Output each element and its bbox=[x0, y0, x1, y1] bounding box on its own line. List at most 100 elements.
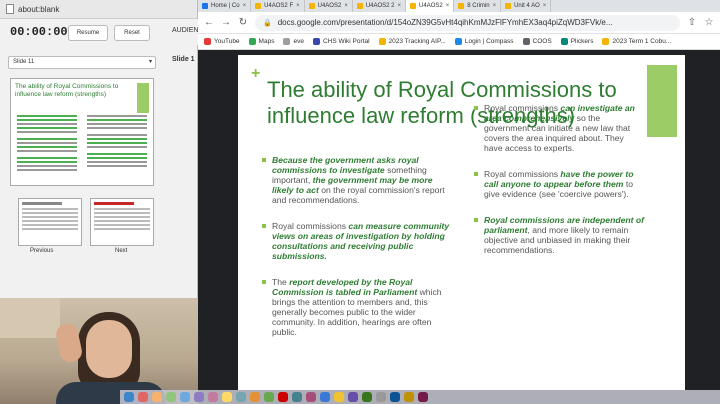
tab-label: U4AOS2 2 bbox=[365, 3, 395, 9]
star-icon[interactable]: ☆ bbox=[704, 17, 714, 28]
bookmark-item[interactable]: 2023 Term 1 Cobu... bbox=[602, 38, 671, 45]
dock-app-icon[interactable] bbox=[306, 392, 316, 402]
dock-app-icon[interactable] bbox=[124, 392, 134, 402]
bullet-government-act: Because the government asks royal commis… bbox=[262, 155, 452, 205]
dock-app-icon[interactable] bbox=[278, 392, 288, 402]
browser-tab[interactable]: U4AOS2 2 × bbox=[353, 0, 407, 12]
close-icon[interactable]: × bbox=[493, 3, 497, 9]
bookmark-item[interactable]: 2023 Tracking AIP... bbox=[378, 38, 446, 45]
next-label[interactable]: Next bbox=[115, 248, 127, 254]
bookmark-item[interactable]: COOS bbox=[522, 38, 552, 45]
reload-icon[interactable]: ↻ bbox=[238, 17, 248, 28]
slides-viewport: + The ability of Royal Commissions to in… bbox=[198, 50, 720, 390]
desktop-screen: about:blank 00:00:00 Resume Reset AUDIEN… bbox=[0, 0, 720, 404]
browser-tab[interactable]: U4AOS2 × bbox=[305, 0, 353, 12]
dock-app-icon[interactable] bbox=[236, 392, 246, 402]
bookmark-item[interactable]: Plickers bbox=[560, 38, 593, 45]
tab-label: U4AOS2 bbox=[419, 3, 443, 9]
tab-bar: Home | Co × U4AOS2 F × U4AOS2 × U4AOS2 2 × U4AO… bbox=[198, 0, 720, 12]
presenter-window-title: about:blank bbox=[18, 4, 60, 14]
forward-icon[interactable]: → bbox=[221, 17, 231, 28]
dock-app-icon[interactable] bbox=[320, 392, 330, 402]
dock-app-icon[interactable] bbox=[362, 392, 372, 402]
bookmark-favicon-icon bbox=[602, 38, 610, 45]
close-icon[interactable]: × bbox=[344, 3, 348, 9]
bookmark-item[interactable]: YouTube bbox=[204, 38, 240, 45]
bookmark-favicon-icon bbox=[283, 38, 291, 45]
dock-app-icon[interactable] bbox=[376, 392, 386, 402]
presentation-timer: 00:00:00 bbox=[10, 25, 68, 39]
presentation-slide: + The ability of Royal Commissions to in… bbox=[238, 55, 685, 390]
resume-button[interactable]: Resume bbox=[68, 25, 108, 41]
browser-tab[interactable]: U4AOS2 × bbox=[406, 0, 455, 12]
dock-app-icon[interactable] bbox=[264, 392, 274, 402]
bookmark-label: eve bbox=[293, 38, 304, 45]
close-icon[interactable]: × bbox=[296, 3, 300, 9]
tab-label: U4AOS2 F bbox=[264, 3, 294, 9]
previous-label[interactable]: Previous bbox=[30, 248, 53, 254]
page-icon bbox=[6, 4, 14, 14]
browser-tab[interactable]: 8 Crimin × bbox=[454, 0, 502, 12]
next-slide-thumbnail[interactable] bbox=[90, 198, 154, 246]
browser-tab[interactable]: Unit 4 AO × bbox=[501, 0, 552, 12]
dock-app-icon[interactable] bbox=[152, 392, 162, 402]
close-icon[interactable]: × bbox=[243, 3, 247, 9]
thumbnail-accent bbox=[137, 83, 149, 113]
dock-app-icon[interactable] bbox=[348, 392, 358, 402]
previous-slide-thumbnail[interactable] bbox=[18, 198, 82, 246]
tab-label: 8 Crimin bbox=[467, 3, 490, 9]
back-icon[interactable]: ← bbox=[204, 17, 214, 28]
bullet-report-tabled: The report developed by the Royal Commis… bbox=[262, 277, 452, 337]
tab-favicon-icon bbox=[410, 3, 417, 9]
bullet-community-views: Royal commissions can measure community … bbox=[262, 221, 452, 261]
dock-app-icon[interactable] bbox=[250, 392, 260, 402]
bookmark-favicon-icon bbox=[312, 38, 320, 45]
dock-app-icon[interactable] bbox=[404, 392, 414, 402]
thumbnail-right-column bbox=[87, 115, 147, 169]
bookmark-favicon-icon bbox=[522, 38, 530, 45]
close-icon[interactable]: × bbox=[543, 3, 547, 9]
dock-app-icon[interactable] bbox=[208, 392, 218, 402]
bookmark-item[interactable]: eve bbox=[283, 38, 304, 45]
bookmark-label: Login | Compass bbox=[464, 38, 514, 45]
slide-selector-value: Slide 11 bbox=[13, 59, 35, 65]
bullet-emphasis: report developed by the Royal Commission… bbox=[272, 277, 418, 297]
presenter-view-window: about:blank 00:00:00 Resume Reset AUDIEN… bbox=[0, 0, 204, 298]
bookmark-label: YouTube bbox=[214, 38, 240, 45]
tab-label: U4AOS2 bbox=[317, 3, 342, 9]
thumbnail-left-column bbox=[17, 115, 77, 173]
dock-app-icon[interactable] bbox=[166, 392, 176, 402]
share-icon[interactable]: ⇧ bbox=[687, 17, 697, 28]
tab-favicon-icon bbox=[356, 3, 363, 9]
dock-app-icon[interactable] bbox=[222, 392, 232, 402]
close-icon[interactable]: × bbox=[398, 3, 402, 9]
person-face bbox=[86, 320, 132, 378]
plus-icon: + bbox=[251, 65, 261, 82]
macos-dock bbox=[120, 390, 720, 404]
slide-accent-bar bbox=[647, 65, 677, 137]
tab-favicon-icon bbox=[255, 3, 262, 9]
dock-app-icon[interactable] bbox=[334, 392, 344, 402]
slide-selector[interactable]: Slide 11 ▾ bbox=[8, 56, 156, 69]
webcam-video bbox=[0, 298, 198, 404]
dock-app-icon[interactable] bbox=[180, 392, 190, 402]
bookmark-item[interactable]: CHS Wiki Portal bbox=[312, 38, 370, 45]
dock-app-icon[interactable] bbox=[390, 392, 400, 402]
dock-app-icon[interactable] bbox=[418, 392, 428, 402]
url-text: docs.google.com/presentation/d/154oZN39G… bbox=[277, 18, 613, 27]
bookmark-item[interactable]: Login | Compass bbox=[454, 38, 514, 45]
browser-tab[interactable]: Home | Co × bbox=[198, 0, 252, 12]
bookmark-label: 2023 Tracking AIP... bbox=[388, 38, 446, 45]
address-bar[interactable]: 🔒 docs.google.com/presentation/d/154oZN3… bbox=[255, 14, 680, 31]
dock-app-icon[interactable] bbox=[194, 392, 204, 402]
close-icon[interactable]: × bbox=[446, 3, 450, 9]
bookmark-item[interactable]: Maps bbox=[248, 38, 274, 45]
browser-window: Home | Co × U4AOS2 F × U4AOS2 × U4AOS2 2 × U4AO… bbox=[198, 0, 720, 390]
reset-button[interactable]: Reset bbox=[114, 25, 150, 41]
dock-app-icon[interactable] bbox=[292, 392, 302, 402]
browser-tab[interactable]: U4AOS2 F × bbox=[251, 0, 305, 12]
bullet-text: Royal commissions bbox=[484, 103, 561, 113]
dock-app-icon[interactable] bbox=[138, 392, 148, 402]
current-slide-thumbnail: The ability of Royal Commissions to infl… bbox=[10, 78, 154, 186]
bullet-text: Royal commissions bbox=[272, 221, 349, 231]
